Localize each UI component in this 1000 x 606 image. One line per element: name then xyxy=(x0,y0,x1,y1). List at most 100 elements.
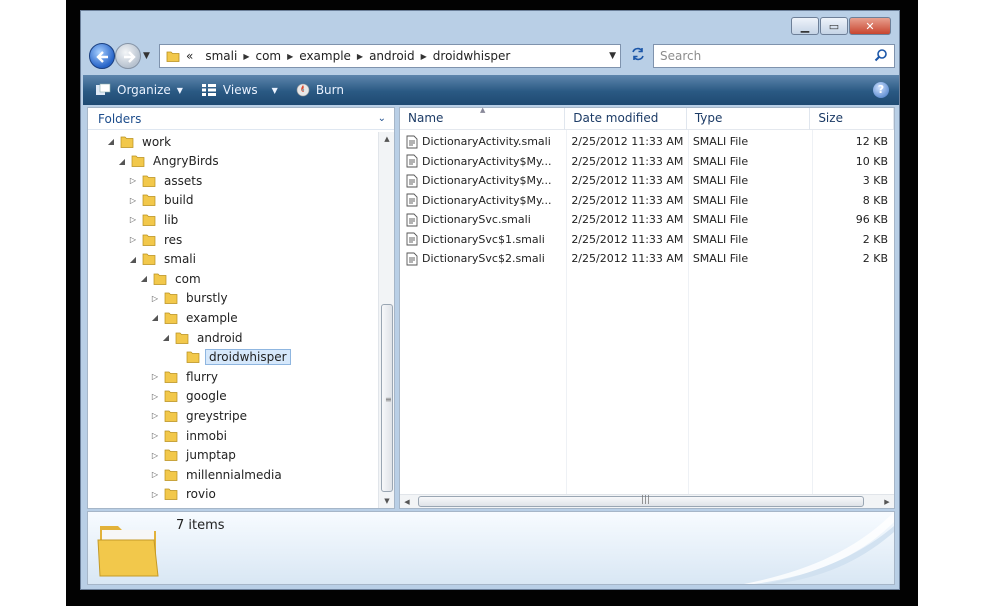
file-date: 2/25/2012 11:33 AM xyxy=(571,213,684,227)
tree-expand-icon[interactable]: ▷ xyxy=(128,176,138,185)
file-date: 2/25/2012 11:33 AM xyxy=(571,193,684,207)
search-icon[interactable] xyxy=(874,48,888,62)
tree-item[interactable]: ▷ burstly xyxy=(150,289,231,308)
tree-expand-icon[interactable]: ▷ xyxy=(150,392,160,401)
tree-item[interactable]: ▷ rovio xyxy=(150,485,219,504)
tree-item[interactable]: ▷ greystripe xyxy=(150,406,250,425)
column-header-type[interactable]: Type xyxy=(687,108,811,130)
file-type: SMALI File xyxy=(692,213,749,227)
views-button[interactable]: Views ▼ xyxy=(201,83,278,97)
burn-button[interactable]: Burn xyxy=(296,83,344,97)
maximize-button[interactable]: ▭ xyxy=(820,17,848,35)
scroll-left-arrow-icon[interactable]: ◀ xyxy=(400,495,414,509)
tree-collapse-icon[interactable]: ◢ xyxy=(106,137,116,146)
tree-expand-icon[interactable]: ▷ xyxy=(150,372,160,381)
tree-item[interactable]: ◢ example xyxy=(150,308,241,327)
breadcrumb-item[interactable]: droidwhisper xyxy=(433,49,511,63)
help-icon[interactable]: ? xyxy=(873,82,889,98)
tree-collapse-icon[interactable]: ◢ xyxy=(139,274,149,283)
tree-item[interactable]: ▷ build xyxy=(128,191,197,210)
tree-expand-icon[interactable]: ▷ xyxy=(150,451,160,460)
tree-expand-icon[interactable]: ▷ xyxy=(128,235,138,244)
folder-icon xyxy=(153,273,167,285)
sort-ascending-icon: ▲ xyxy=(480,106,486,114)
folders-header[interactable]: Folders ⌄ xyxy=(88,108,394,130)
tree-collapse-icon[interactable]: ◢ xyxy=(161,333,171,342)
tree-expand-icon[interactable]: ▷ xyxy=(150,470,160,479)
refresh-button[interactable] xyxy=(627,46,649,66)
organize-button[interactable]: Organize ▼ xyxy=(95,83,183,97)
address-bar[interactable]: « smali ▶ com ▶ example ▶ android ▶ droi… xyxy=(159,44,621,68)
file-row[interactable]: DictionarySvc.smali 2/25/2012 11:33 AM SMA… xyxy=(400,210,894,230)
folder-icon xyxy=(142,253,156,265)
burn-disc-icon xyxy=(296,83,310,97)
tree-expand-icon[interactable]: ▷ xyxy=(128,215,138,224)
tree-item-label: burstly xyxy=(186,291,228,306)
file-date: 2/25/2012 11:33 AM xyxy=(571,232,684,246)
organize-icon xyxy=(96,83,111,95)
chevron-right-icon[interactable]: ▶ xyxy=(287,52,293,61)
tree-item[interactable]: ▷ inmobi xyxy=(150,426,230,445)
close-button[interactable]: ✕ xyxy=(849,17,891,35)
scroll-right-arrow-icon[interactable]: ▶ xyxy=(880,495,894,509)
chevron-down-icon[interactable]: ⌄ xyxy=(378,113,386,124)
tree-expand-icon[interactable]: ▷ xyxy=(150,431,160,440)
tree-expand-icon[interactable]: ▷ xyxy=(150,411,160,420)
tree-item[interactable]: ▷ jumptap xyxy=(150,446,239,465)
file-list-pane: ▲ Name Date modified Type Size Dictionar… xyxy=(399,106,895,509)
file-type: SMALI File xyxy=(692,193,749,207)
scroll-down-arrow-icon[interactable]: ▼ xyxy=(379,494,395,508)
column-headers: ▲ Name Date modified Type Size xyxy=(400,106,894,130)
tree-expand-icon[interactable]: ▷ xyxy=(128,196,138,205)
breadcrumb-item[interactable]: smali xyxy=(205,49,237,63)
tree-expand-icon[interactable]: ▷ xyxy=(150,490,160,499)
tree-item[interactable]: ◢ com xyxy=(139,269,204,288)
file-row[interactable]: DictionaryActivity$My... 2/25/2012 11:33 … xyxy=(400,191,894,211)
breadcrumb-item[interactable]: com xyxy=(255,49,281,63)
tree-collapse-icon[interactable]: ◢ xyxy=(128,255,138,264)
tree-item[interactable]: ▷ assets xyxy=(128,171,205,190)
minimize-button[interactable]: ▁ xyxy=(791,17,819,35)
file-row[interactable]: DictionaryActivity.smali 2/25/2012 11:33 … xyxy=(400,132,894,152)
breadcrumb-overflow[interactable]: « xyxy=(186,49,193,63)
recent-pages-dropdown[interactable]: ▼ xyxy=(143,51,153,61)
tree-item[interactable]: droidwhisper xyxy=(172,348,291,367)
breadcrumb-item[interactable]: android xyxy=(369,49,415,63)
file-row[interactable]: DictionaryActivity$My... 2/25/2012 11:33 … xyxy=(400,171,894,191)
tree-item-label: assets xyxy=(164,173,203,188)
tree-item[interactable]: ▷ flurry xyxy=(150,367,221,386)
tree-item[interactable]: ◢ work xyxy=(106,132,174,151)
file-list-scrollbar[interactable]: ◀ ||| ▶ xyxy=(400,494,894,508)
folder-pane-scrollbar[interactable]: ▲ ≡ ▼ xyxy=(378,132,394,508)
tree-item[interactable]: ◢ android xyxy=(161,328,246,347)
chevron-right-icon[interactable]: ▶ xyxy=(421,52,427,61)
scroll-up-arrow-icon[interactable]: ▲ xyxy=(379,132,395,146)
column-header-size[interactable]: Size xyxy=(810,108,894,130)
tree-item[interactable]: ▷ res xyxy=(128,230,185,249)
tree-item[interactable]: ▷ lib xyxy=(128,210,181,229)
file-row[interactable]: DictionarySvc$2.smali 2/25/2012 11:33 AM S… xyxy=(400,249,894,269)
tree-item[interactable]: ◢ AngryBirds xyxy=(117,152,222,171)
tree-expand-icon[interactable]: ▷ xyxy=(150,294,160,303)
tree-item[interactable]: ◢ smali xyxy=(128,250,199,269)
folder-icon xyxy=(164,292,178,305)
back-button[interactable] xyxy=(89,43,115,69)
search-input[interactable]: Search xyxy=(653,44,895,68)
forward-button[interactable] xyxy=(115,43,141,69)
chevron-right-icon[interactable]: ▶ xyxy=(357,52,363,61)
address-dropdown-icon[interactable]: ▼ xyxy=(609,51,616,61)
file-row[interactable]: DictionarySvc$1.smali 2/25/2012 11:33 AM S… xyxy=(400,230,894,250)
tree-collapse-icon[interactable]: ◢ xyxy=(117,157,127,166)
tree-collapse-icon[interactable]: ◢ xyxy=(150,313,160,322)
scrollbar-thumb[interactable]: ||| xyxy=(418,495,864,507)
chevron-right-icon[interactable]: ▶ xyxy=(243,52,249,61)
column-header-name[interactable]: ▲ Name xyxy=(400,106,566,130)
tree-item[interactable]: ▷ millennialmedia xyxy=(150,465,285,484)
file-row[interactable]: DictionaryActivity$My... 2/25/2012 11:33 … xyxy=(400,152,894,172)
column-header-date[interactable]: Date modified xyxy=(565,108,687,130)
scrollbar-thumb[interactable]: ≡ xyxy=(381,304,393,492)
breadcrumb-item[interactable]: example xyxy=(299,49,351,63)
file-name-cell: DictionaryActivity.smali xyxy=(400,135,565,149)
tree-item[interactable]: ▷ google xyxy=(150,387,230,406)
column-header-label: Size xyxy=(818,111,843,125)
